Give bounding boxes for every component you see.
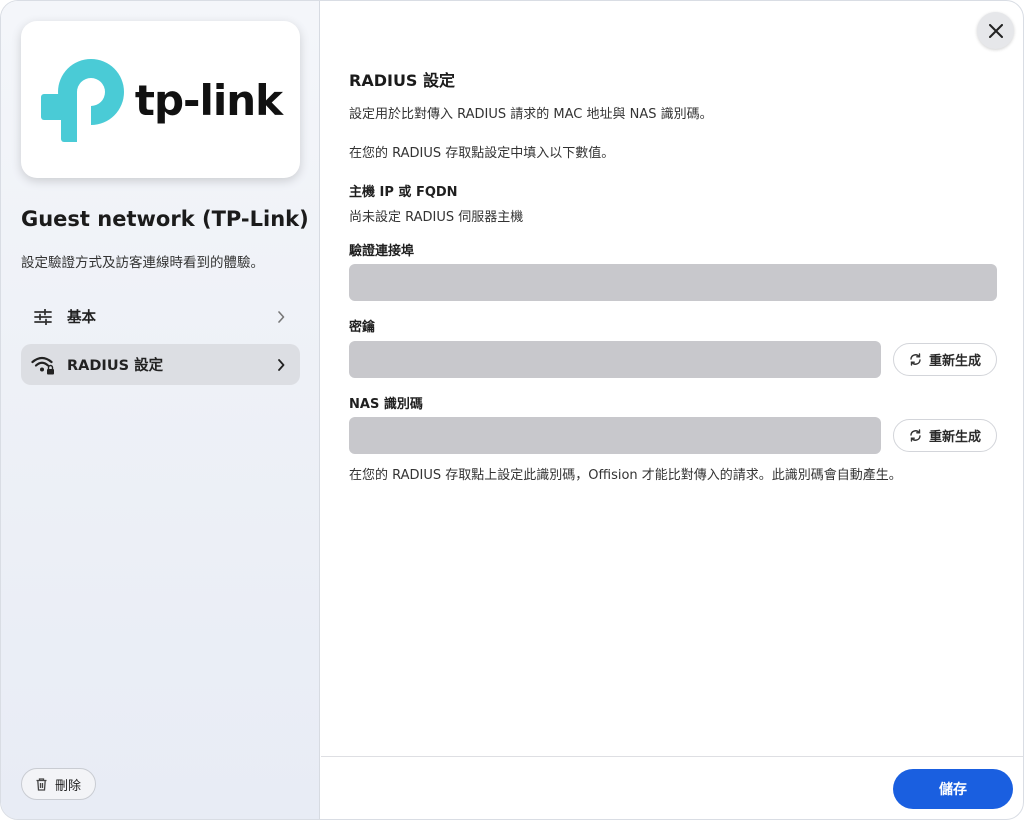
refresh-icon — [909, 429, 922, 442]
secret-label: 密鑰 — [349, 320, 376, 335]
close-icon — [988, 23, 1003, 38]
logo-wordmark: tp-link — [134, 75, 283, 125]
page-description: 設定用於比對傳入 RADIUS 請求的 MAC 地址與 NAS 識別碼。 — [349, 107, 713, 122]
logo-card: tp-link — [21, 21, 300, 178]
regenerate-label: 重新生成 — [928, 430, 981, 445]
network-title: Guest network (TP-Link) — [21, 207, 309, 231]
nas-id-label: NAS 識別碼 — [349, 397, 423, 412]
delete-label: 刪除 — [55, 778, 82, 794]
nas-id-help: 在您的 RADIUS 存取點上設定此識別碼，Offision 才能比對傳入的請求… — [349, 468, 902, 483]
sidebar-item-label: 基本 — [67, 310, 96, 326]
chevron-right-icon — [274, 310, 288, 324]
tp-link-logo-icon — [40, 58, 124, 142]
trash-icon — [36, 777, 47, 791]
network-description: 設定驗證方式及訪客連線時看到的體驗。 — [21, 255, 264, 271]
regenerate-nas-id-button[interactable]: 重新生成 — [893, 419, 997, 452]
chevron-right-icon — [274, 358, 288, 372]
close-button[interactable] — [977, 12, 1014, 49]
sidebar-item-basic[interactable]: 基本 — [21, 296, 300, 337]
wifi-lock-icon — [31, 353, 55, 377]
settings-dialog: tp-link Guest network (TP-Link) 設定驗證方式及訪… — [0, 0, 1024, 820]
host-value: 尚未設定 RADIUS 伺服器主機 — [349, 210, 524, 225]
refresh-icon — [909, 353, 922, 366]
host-label: 主機 IP 或 FQDN — [349, 185, 458, 200]
sliders-icon — [31, 305, 55, 329]
secret-field — [349, 341, 881, 378]
auth-port-label: 驗證連接埠 — [349, 244, 415, 259]
sidebar: tp-link Guest network (TP-Link) 設定驗證方式及訪… — [1, 1, 320, 819]
page-instruction: 在您的 RADIUS 存取點設定中填入以下數值。 — [349, 146, 615, 161]
auth-port-field — [349, 264, 997, 301]
sidebar-item-label: RADIUS 設定 — [67, 358, 164, 374]
save-button[interactable]: 儲存 — [893, 769, 1013, 809]
regenerate-label: 重新生成 — [928, 354, 981, 369]
tp-link-logo: tp-link — [39, 56, 283, 144]
dialog-footer: 儲存 — [321, 756, 1023, 819]
sidebar-item-radius[interactable]: RADIUS 設定 — [21, 344, 300, 385]
page-title: RADIUS 設定 — [349, 71, 456, 90]
delete-button[interactable]: 刪除 — [21, 768, 97, 800]
regenerate-secret-button[interactable]: 重新生成 — [893, 343, 997, 376]
main-panel: RADIUS 設定 設定用於比對傳入 RADIUS 請求的 MAC 地址與 NA… — [321, 1, 1023, 819]
nas-id-field — [349, 417, 881, 454]
